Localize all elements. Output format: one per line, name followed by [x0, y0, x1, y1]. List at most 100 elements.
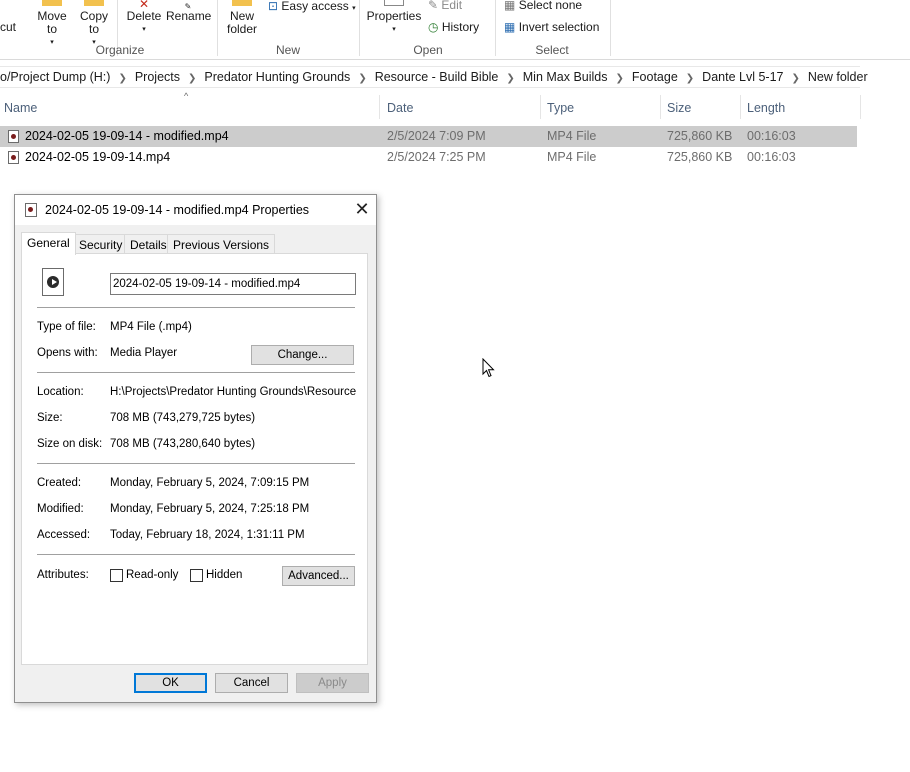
- opens-with-label: Opens with:: [37, 347, 98, 359]
- tab-details[interactable]: Details: [124, 234, 173, 254]
- edit-button[interactable]: ✎ Edit: [428, 0, 462, 12]
- tab-security[interactable]: Security: [73, 234, 129, 254]
- column-header-date-label: Date: [387, 101, 414, 115]
- edit-label: Edit: [441, 0, 463, 12]
- file-type: MP4 File: [547, 129, 597, 143]
- general-panel: Type of file: MP4 File (.mp4) Opens with…: [21, 253, 368, 665]
- group-label-new: New: [275, 43, 300, 57]
- ok-button[interactable]: OK: [134, 673, 207, 693]
- apply-button[interactable]: Apply: [296, 673, 369, 693]
- column-header-length-label: Length: [747, 101, 786, 115]
- invert-selection-button[interactable]: ▦ Invert selection: [504, 20, 599, 34]
- breadcrumb-item[interactable]: Min Max Builds: [517, 70, 614, 84]
- file-name: 2024-02-05 19-09-14.mp4: [25, 150, 171, 164]
- tab-general[interactable]: General: [21, 232, 76, 255]
- readonly-checkbox[interactable]: [110, 569, 123, 582]
- breadcrumb-item[interactable]: Projects: [129, 70, 186, 84]
- properties-label: Properties: [366, 9, 422, 23]
- chevron-right-icon: ❯: [615, 73, 624, 84]
- history-button[interactable]: ◷ History: [428, 20, 479, 34]
- video-file-icon: [8, 130, 19, 143]
- filename-field[interactable]: [110, 273, 356, 295]
- invert-selection-label: Invert selection: [518, 20, 600, 34]
- column-header-name[interactable]: Name ^: [0, 91, 380, 119]
- column-header-length[interactable]: Length: [741, 95, 861, 119]
- move-to-button[interactable]: Move to ▾: [36, 0, 68, 49]
- rename-button[interactable]: ✎ Rename: [166, 0, 212, 23]
- breadcrumb-item[interactable]: o/Project Dump (H:): [0, 70, 116, 84]
- size-on-disk-value: 708 MB (743,280,640 bytes): [110, 438, 256, 450]
- column-header-type-label: Type: [547, 101, 575, 115]
- copy-to-label: Copy to: [79, 9, 108, 36]
- easy-access-button[interactable]: ⊡ Easy access ▾: [268, 0, 356, 13]
- group-label-organize: Organize: [95, 43, 145, 57]
- tab-previous-versions[interactable]: Previous Versions: [167, 234, 276, 254]
- invert-selection-icon: ▦: [504, 20, 516, 34]
- change-button[interactable]: Change...: [251, 345, 354, 365]
- video-file-icon: [8, 151, 19, 164]
- table-row[interactable]: 2024-02-05 19-09-14.mp4 2/5/2024 7:25 PM…: [0, 147, 857, 168]
- chevron-right-icon: ❯: [506, 73, 515, 84]
- column-header-date[interactable]: Date: [380, 95, 541, 119]
- cancel-button[interactable]: Cancel: [215, 673, 288, 693]
- close-icon[interactable]: ✕: [353, 200, 371, 218]
- breadcrumb-item[interactable]: Resource - Build Bible: [369, 70, 505, 84]
- separator: [359, 0, 360, 56]
- ribbon: cut Move to ▾ Copy to ▾ ✕ Delete ▾ ✎ Ren…: [0, 0, 910, 60]
- group-label-select: Select: [535, 43, 569, 57]
- cut-button[interactable]: cut: [0, 20, 16, 34]
- new-folder-label: New folder: [226, 9, 258, 36]
- delete-icon: ✕: [138, 0, 150, 11]
- dialog-titlebar[interactable]: 2024-02-05 19-09-14 - modified.mp4 Prope…: [15, 195, 376, 225]
- delete-label: Delete: [126, 9, 162, 23]
- breadcrumb-item[interactable]: Dante Lvl 5-17: [696, 70, 789, 84]
- hidden-checkbox[interactable]: [190, 569, 203, 582]
- group-label-open: Open: [413, 43, 443, 57]
- select-none-label: Select none: [518, 0, 583, 12]
- chevron-down-icon: ▾: [392, 26, 396, 33]
- separator: [495, 0, 496, 56]
- type-of-file-label: Type of file:: [37, 321, 96, 333]
- easy-access-icon: ⊡: [268, 0, 279, 13]
- new-folder-button[interactable]: New folder: [222, 0, 262, 36]
- breadcrumb-item[interactable]: Footage: [626, 70, 684, 84]
- column-header-type[interactable]: Type: [541, 95, 661, 119]
- copy-to-button[interactable]: Copy to ▾: [78, 0, 110, 49]
- location-value: H:\Projects\Predator Hunting Grounds\Res…: [110, 386, 356, 398]
- properties-icon: [384, 0, 404, 6]
- history-label: History: [441, 20, 480, 34]
- breadcrumb-item[interactable]: Predator Hunting Grounds: [198, 70, 356, 84]
- select-none-button[interactable]: ▦ Select none: [504, 0, 582, 12]
- breadcrumb: o/Project Dump (H:) ❯ Projects ❯ Predator Hu…: [0, 70, 874, 84]
- delete-button[interactable]: ✕ Delete ▾: [124, 0, 164, 36]
- modified-value: Monday, February 5, 2024, 7:25:18 PM: [110, 503, 310, 515]
- new-folder-icon: [232, 0, 252, 6]
- chevron-right-icon: ❯: [791, 73, 800, 84]
- folder-copy-icon: [84, 0, 104, 6]
- select-none-icon: ▦: [504, 0, 516, 12]
- advanced-button[interactable]: Advanced...: [282, 566, 355, 586]
- edit-icon: ✎: [428, 0, 439, 12]
- accessed-label: Accessed:: [37, 529, 91, 541]
- column-separator[interactable]: [860, 95, 861, 119]
- chevron-down-icon: ▾: [50, 39, 54, 46]
- properties-button[interactable]: Properties ▾: [366, 0, 422, 36]
- divider: [37, 463, 355, 464]
- divider: [37, 307, 355, 308]
- chevron-right-icon: ❯: [118, 73, 127, 84]
- breadcrumb-item[interactable]: New folder: [802, 70, 874, 84]
- readonly-label: Read-only: [126, 569, 179, 581]
- location-label: Location:: [37, 386, 84, 398]
- table-row[interactable]: 2024-02-05 19-09-14 - modified.mp4 2/5/2…: [0, 126, 857, 147]
- created-label: Created:: [37, 477, 82, 489]
- rename-label: Rename: [166, 9, 212, 23]
- file-length: 00:16:03: [747, 129, 796, 143]
- file-length: 00:16:03: [747, 150, 796, 164]
- divider: [37, 554, 355, 555]
- chevron-right-icon: ❯: [188, 73, 197, 84]
- address-bar[interactable]: o/Project Dump (H:) ❯ Projects ❯ Predator Hu…: [0, 66, 868, 88]
- properties-dialog: 2024-02-05 19-09-14 - modified.mp4 Prope…: [14, 194, 377, 703]
- column-header-name-label: Name: [4, 101, 38, 115]
- chevron-right-icon: ❯: [358, 73, 367, 84]
- column-header-size[interactable]: Size: [661, 95, 741, 119]
